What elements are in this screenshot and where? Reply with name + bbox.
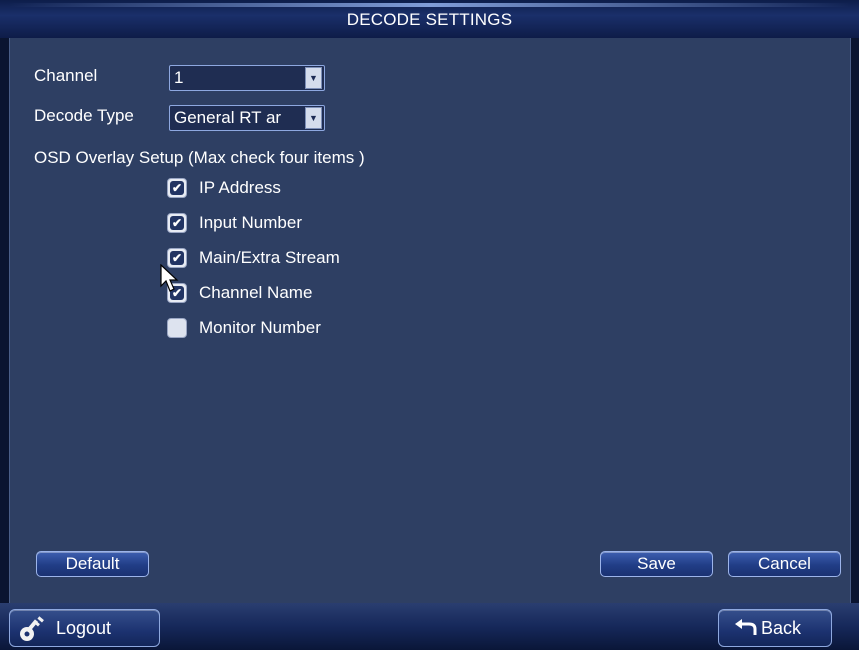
page-title: DECODE SETTINGS [346,10,513,29]
checkmark-icon: ✔ [170,216,184,230]
default-button[interactable]: Default [36,551,149,577]
back-arrow-icon [735,619,757,635]
checkmark-icon: ✔ [170,181,184,195]
decode-type-label: Decode Type [34,106,134,125]
cancel-button[interactable]: Cancel [728,551,841,577]
osd-item-label: Input Number [199,213,302,232]
osd-item-label: Monitor Number [199,318,321,337]
decode-type-select-value: General RT ar [174,108,282,127]
decode-type-select[interactable]: General RT ar ▼ [169,105,325,131]
osd-item-monitor-number[interactable]: Monitor Number [167,316,321,340]
osd-item-label: IP Address [199,178,281,197]
title-bar: DECODE SETTINGS [0,0,859,38]
checkbox[interactable] [167,318,187,338]
chevron-down-icon[interactable]: ▼ [305,67,322,89]
osd-item-channel-name[interactable]: ✔ Channel Name [167,281,312,305]
checkbox[interactable]: ✔ [167,213,187,233]
key-icon [20,616,44,641]
osd-item-label: Channel Name [199,283,313,302]
settings-panel: Channel 1 ▼ Decode Type General RT ar ▼ … [9,38,851,603]
channel-select-value: 1 [174,68,184,87]
back-button[interactable]: Back [718,609,832,647]
mouse-cursor-icon [160,264,179,292]
chevron-down-icon[interactable]: ▼ [305,107,322,129]
checkmark-icon: ✔ [170,251,184,265]
channel-select[interactable]: 1 ▼ [169,65,325,91]
channel-label: Channel [34,66,98,85]
osd-overlay-label: OSD Overlay Setup (Max check four items … [34,148,365,167]
back-label: Back [761,617,802,638]
checkbox[interactable]: ✔ [167,178,187,198]
osd-item-main-extra-stream[interactable]: ✔ Main/Extra Stream [167,246,340,270]
osd-item-ip-address[interactable]: ✔ IP Address [167,176,281,200]
title-bar-highlight [8,3,851,7]
osd-item-input-number[interactable]: ✔ Input Number [167,211,302,235]
bottom-bar: Logout Back [0,603,859,650]
logout-label: Logout [56,617,112,638]
save-button[interactable]: Save [600,551,713,577]
logout-button[interactable]: Logout [9,609,160,647]
osd-item-label: Main/Extra Stream [199,248,340,267]
